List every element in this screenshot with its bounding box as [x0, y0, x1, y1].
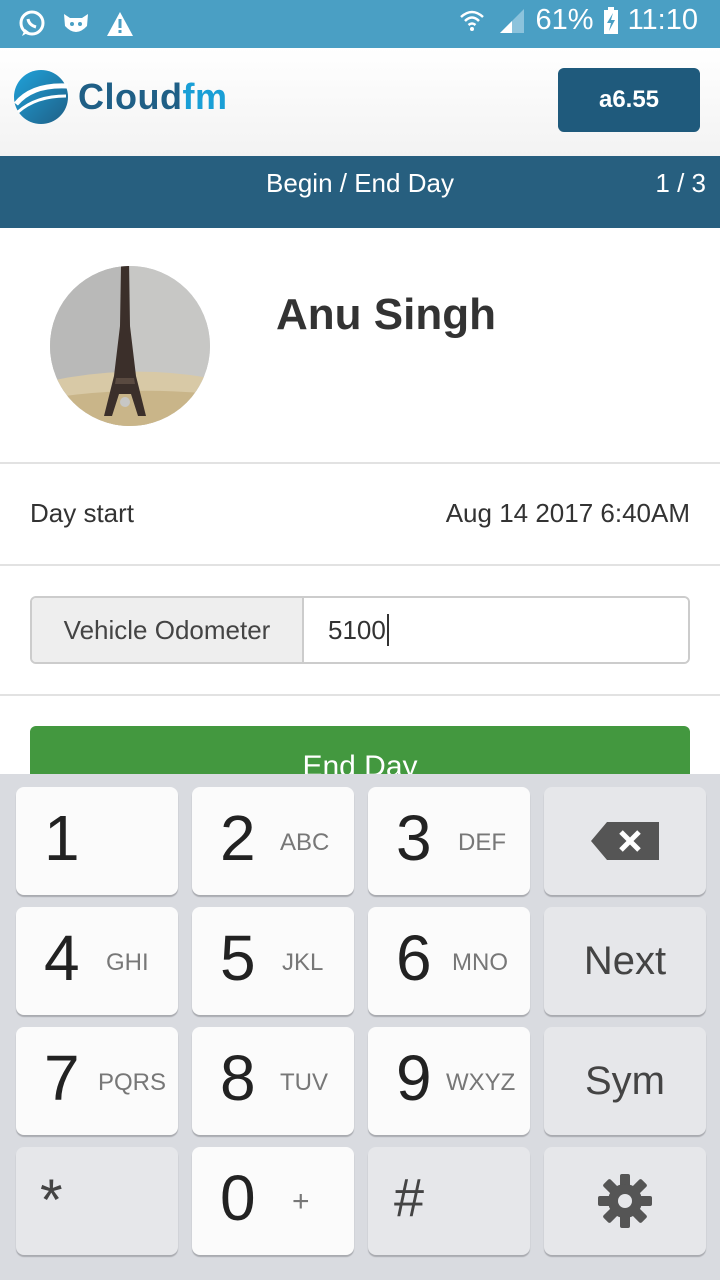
key-digit: 1 [44, 802, 80, 874]
key-digit: 8 [220, 1042, 256, 1114]
odometer-input-group: Vehicle Odometer 5100 [30, 596, 690, 664]
day-start-row: Day start Aug 14 2017 6:40AM [0, 464, 720, 566]
key-letters: PQRS [98, 1069, 167, 1096]
key-letters: WXYZ [446, 1069, 516, 1096]
user-name: Anu Singh [276, 290, 496, 339]
key-8[interactable]: 8 TUV [192, 1027, 354, 1135]
signal-icon [496, 5, 528, 37]
key-digit: 3 [396, 802, 432, 874]
key-digit: 0 [220, 1162, 256, 1234]
avatar [50, 266, 210, 426]
key-0[interactable]: 0 + [192, 1147, 354, 1255]
key-digit: * [40, 1168, 63, 1233]
warning-icon [104, 8, 136, 40]
key-letters: JKL [282, 949, 324, 976]
page-title: Begin / End Day [266, 168, 454, 198]
odometer-field[interactable]: 5100 [304, 598, 688, 662]
odometer-row: Vehicle Odometer 5100 [0, 566, 720, 696]
wifi-icon [456, 5, 488, 37]
app-header: Cloudfm a6.55 [0, 48, 720, 156]
clock: 11:10 [627, 4, 698, 36]
whatsapp-icon [16, 8, 48, 40]
title-bar: Begin / End Day 1 / 3 [0, 156, 720, 228]
logo-text: Cloudfm [78, 76, 227, 118]
screen: 61% 11:10 Cloudfm a6.55 Begin / End Day … [0, 0, 720, 1280]
key-digit: 5 [220, 922, 256, 994]
odometer-label: Vehicle Odometer [32, 598, 304, 662]
key-digit: # [394, 1168, 425, 1228]
key-6[interactable]: 6 MNO [368, 907, 530, 1015]
version-button[interactable]: a6.55 [558, 68, 700, 132]
next-key[interactable]: Next [544, 907, 706, 1015]
key-digit: 4 [44, 922, 80, 994]
key-digit: 7 [44, 1042, 80, 1114]
status-bar: 61% 11:10 [0, 0, 720, 48]
key-hash[interactable]: # [368, 1147, 530, 1255]
cloudfm-logo-icon [14, 70, 69, 124]
battery-percent: 61% [535, 4, 594, 36]
key-letters: TUV [280, 1069, 328, 1096]
key-letters: + [292, 1185, 310, 1218]
backspace-icon [544, 787, 706, 895]
key-letters: MNO [452, 949, 508, 976]
key-2[interactable]: 2 ABC [192, 787, 354, 895]
cloudfm-logo: Cloudfm [12, 66, 227, 128]
key-9[interactable]: 9 WXYZ [368, 1027, 530, 1135]
key-letters: ABC [280, 829, 330, 856]
page-counter: 1 / 3 [655, 168, 706, 198]
key-5[interactable]: 5 JKL [192, 907, 354, 1015]
battery-charging-icon [602, 5, 620, 37]
eiffel-tower-photo [50, 266, 210, 426]
notification-icons [16, 8, 136, 40]
text-cursor [386, 614, 389, 646]
tiger-app-icon [60, 8, 92, 40]
key-letters: DEF [458, 829, 506, 856]
key-star[interactable]: * [16, 1147, 178, 1255]
key-1[interactable]: 1 [16, 787, 178, 895]
sym-key-label: Sym [585, 1059, 665, 1103]
system-status: 61% 11:10 [456, 4, 698, 37]
numeric-keyboard: 1 2 ABC 3 DEF 4 GHI 5 JKL 6 MNO Next 7 P… [0, 774, 720, 1280]
sym-key[interactable]: Sym [544, 1027, 706, 1135]
profile-section: Anu Singh [0, 228, 720, 464]
odometer-value: 5100 [328, 614, 386, 645]
logo-text-main: Cloud [78, 76, 183, 117]
logo-text-accent: fm [182, 76, 228, 117]
key-4[interactable]: 4 GHI [16, 907, 178, 1015]
key-letters: GHI [106, 949, 149, 976]
backspace-key[interactable] [544, 787, 706, 895]
next-key-label: Next [583, 939, 667, 983]
day-start-value: Aug 14 2017 6:40AM [445, 498, 690, 528]
gear-icon [544, 1147, 706, 1255]
day-start-label: Day start [30, 498, 135, 528]
settings-key[interactable] [544, 1147, 706, 1255]
key-digit: 2 [220, 802, 256, 874]
key-7[interactable]: 7 PQRS [16, 1027, 178, 1135]
key-3[interactable]: 3 DEF [368, 787, 530, 895]
key-digit: 9 [396, 1042, 432, 1114]
key-digit: 6 [396, 922, 432, 994]
